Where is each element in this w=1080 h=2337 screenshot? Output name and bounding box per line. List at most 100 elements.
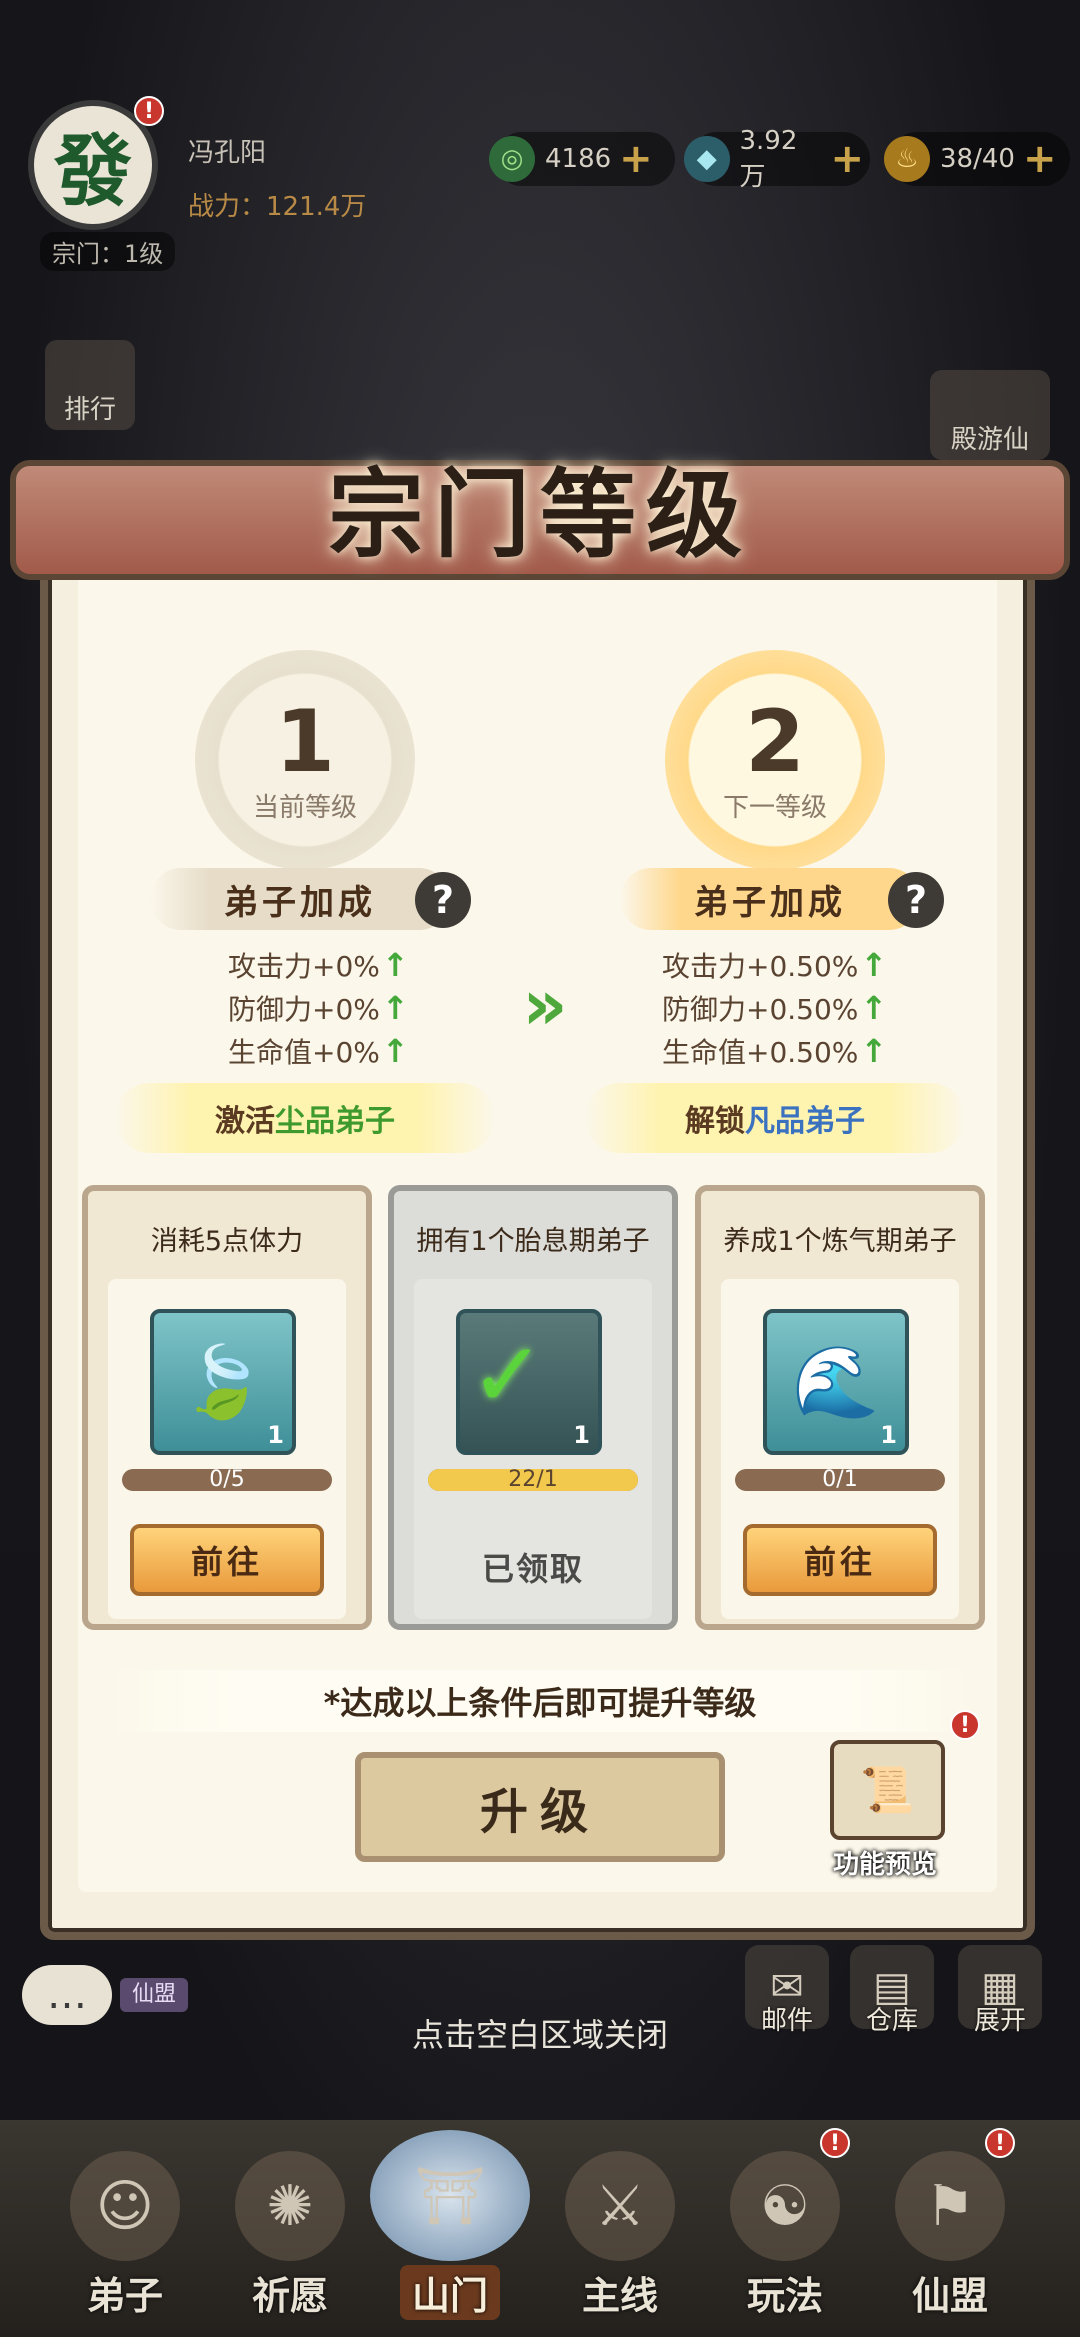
nav-label: 山门 [399, 2265, 500, 2320]
feature-preview-label: 功能预览 [832, 1850, 937, 1880]
scroll-icon: 📜 [830, 1740, 945, 1840]
plus-icon[interactable]: + [1023, 136, 1057, 182]
jade-icon: ◎ [489, 136, 535, 182]
unlock-grade: 尘品弟子 [275, 1104, 395, 1139]
nav-sect-gate[interactable]: ⛩ 山门 [370, 2130, 530, 2320]
wave-book-icon[interactable]: 🌊 1 [763, 1309, 909, 1455]
combat-power: 战力：121.4万 [188, 192, 367, 222]
nav-label: 主线 [581, 2273, 658, 2318]
help-icon[interactable]: ? [415, 872, 471, 928]
arrow-up-icon: ↑ [860, 1032, 888, 1070]
unlock-prefix: 解锁 [685, 1104, 745, 1139]
task-card: 拥有1个胎息期弟子 ✓ 1 22/1 已领取 [388, 1185, 678, 1630]
resource-crystal[interactable]: ◆ 3.92万 + [684, 126, 870, 192]
stat-text: 防御力+0% [228, 993, 380, 1026]
resource-value: 3.92万 [739, 125, 798, 192]
mask-icon: ☯ [730, 2151, 840, 2261]
check-icon: ✓ [470, 1323, 546, 1428]
nav-label: 弟子 [86, 2273, 163, 2318]
next-bonus-tag: 弟子加成 [620, 868, 920, 930]
panel-title: 宗门等级 [328, 458, 752, 571]
next-defense: 防御力+0.50% ↑ [662, 988, 887, 1028]
progress-text: 0/5 [209, 1467, 245, 1492]
expand-label: 展开 [973, 2006, 1026, 2036]
title-banner: 宗门等级 [10, 420, 1070, 610]
task-card: 养成1个炼气期弟子 🌊 1 0/1 前往 [695, 1185, 985, 1630]
stat-text: 生命值+0% [228, 1036, 380, 1069]
feature-preview-button[interactable]: 📜 功能预览 [815, 1740, 955, 1880]
nav-alliance[interactable]: ⚑ 仙盟 [875, 2130, 1025, 2320]
item-count: 1 [267, 1421, 284, 1449]
resource-value: 38/40 [940, 144, 1015, 174]
task-body: ✓ 1 22/1 已领取 [414, 1279, 652, 1619]
task-title: 拥有1个胎息期弟子 [416, 1226, 650, 1257]
arrow-up-icon: ↑ [860, 989, 888, 1027]
stat-text: 攻击力+0.50% [662, 950, 859, 983]
upgrade-button[interactable]: 升级 [355, 1752, 725, 1862]
gate-icon: ⛩ [370, 2130, 530, 2261]
mail-label: 邮件 [760, 2006, 813, 2036]
bonus-label: 弟子加成 [694, 882, 846, 923]
wish-scroll-icon: ✺ [235, 2151, 345, 2261]
current-bonus-tag: 弟子加成 [150, 868, 450, 930]
resource-value: 4186 [545, 144, 612, 174]
task-title: 养成1个炼气期弟子 [723, 1226, 957, 1257]
nav-gameplay[interactable]: ☯ 玩法 [710, 2130, 860, 2320]
arrow-up-icon: ↑ [860, 946, 888, 984]
go-button[interactable]: 前往 [743, 1524, 937, 1596]
alert-badge: ! [820, 2128, 850, 2158]
stat-text: 生命值+0.50% [662, 1036, 859, 1069]
task-body: 🍃 1 0/5 前往 [108, 1279, 346, 1619]
leaf-book-icon[interactable]: 🍃 1 [150, 1309, 296, 1455]
resource-stamina[interactable]: ♨ 38/40 + [884, 132, 1070, 186]
next-hp: 生命值+0.50% ↑ [662, 1031, 887, 1071]
help-icon[interactable]: ? [888, 872, 944, 928]
crystal-icon: ◆ [684, 136, 730, 182]
task-card: 消耗5点体力 🍃 1 0/5 前往 [82, 1185, 372, 1630]
plus-icon[interactable]: + [830, 136, 864, 182]
current-level-number: 1 [275, 691, 335, 792]
nav-label: 仙盟 [911, 2273, 988, 2318]
arrow-up-icon: ↑ [381, 946, 409, 984]
condition-hint: *达成以上条件后即可提升等级 [100, 1670, 980, 1732]
go-button[interactable]: 前往 [130, 1524, 324, 1596]
current-attack: 攻击力+0% ↑ [228, 945, 409, 985]
next-arrow-icon: » [522, 964, 568, 1046]
item-count: 1 [573, 1421, 590, 1449]
alliance-icon: ⚑ [895, 2151, 1005, 2261]
task-title: 消耗5点体力 [150, 1226, 304, 1257]
progress-text: 22/1 [508, 1467, 558, 1492]
next-level-number: 2 [745, 691, 805, 792]
unlock-prefix: 激活 [215, 1104, 275, 1139]
chat-channel-tag[interactable]: 仙盟 [120, 1978, 189, 2012]
current-level-circle: 1 当前等级 [195, 650, 415, 870]
next-level-label: 下一等级 [722, 792, 827, 823]
arrow-up-icon: ↑ [381, 1032, 409, 1070]
current-hp: 生命值+0% ↑ [228, 1031, 409, 1071]
next-level-circle: 2 下一等级 [665, 650, 885, 870]
arrow-up-icon: ↑ [381, 989, 409, 1027]
resource-jade[interactable]: ◎ 4186 + [489, 132, 675, 186]
nav-label: 玩法 [746, 2273, 823, 2318]
player-name: 冯孔阳 [188, 138, 267, 168]
top-hud: 發 ! 冯孔阳 战力：121.4万 宗门：1级 ◎ 4186 + ◆ 3.92万… [0, 0, 1080, 280]
ranking-button[interactable]: 排行 [45, 340, 135, 430]
next-unlock: 解锁 凡品弟子 [585, 1083, 965, 1153]
bonus-label: 弟子加成 [224, 882, 376, 923]
task-body: 🌊 1 0/1 前往 [721, 1279, 959, 1619]
item-count: 1 [880, 1421, 897, 1449]
sword-icon: ⚔ [565, 2151, 675, 2261]
current-unlock: 激活 尘品弟子 [115, 1083, 495, 1153]
current-defense: 防御力+0% ↑ [228, 988, 409, 1028]
next-attack: 攻击力+0.50% ↑ [662, 945, 887, 985]
alert-badge: ! [950, 1710, 980, 1740]
nav-main-quest[interactable]: ⚔ 主线 [545, 2130, 695, 2320]
unlock-grade: 凡品弟子 [745, 1104, 865, 1139]
alert-badge: ! [134, 96, 164, 126]
nav-wish[interactable]: ✺ 祈愿 [215, 2130, 365, 2320]
stat-text: 防御力+0.50% [662, 993, 859, 1026]
nav-disciples[interactable]: ☺ 弟子 [50, 2130, 200, 2320]
current-level-label: 当前等级 [252, 792, 357, 823]
alert-badge: ! [985, 2128, 1015, 2158]
plus-icon[interactable]: + [619, 136, 653, 182]
